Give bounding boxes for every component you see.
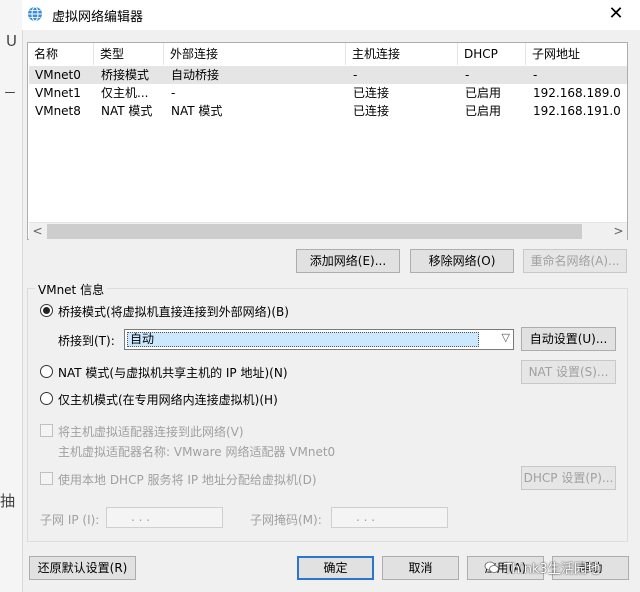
use-dhcp-checkbox[interactable] (40, 472, 53, 485)
cell-name: VMnet1 (35, 86, 81, 100)
bridge-to-select[interactable]: 自动 ▽ (124, 329, 514, 350)
host-only-radio[interactable] (40, 392, 53, 405)
connect-adapter-checkbox[interactable] (40, 424, 53, 437)
column-header-dhcp[interactable]: DHCP (458, 43, 526, 65)
connect-adapter-label[interactable]: 将主机虚拟适配器连接到此网络(V) (58, 423, 244, 440)
host-only-label[interactable]: 仅主机模式(在专用网络内连接虚拟机)(H) (58, 391, 278, 408)
background-text: ー (4, 86, 17, 100)
close-icon[interactable]: ✕ (603, 3, 629, 25)
table-row[interactable]: VMnet1 仅主机... - 已连接 已启用 192.168.189.0 (29, 84, 627, 102)
bridge-to-label: 桥接到(T): (58, 334, 115, 348)
cell-dhcp: - (465, 68, 470, 82)
adapter-name-text: 主机虚拟适配器名称: VMware 网络适配器 VMnet0 (58, 445, 336, 459)
cell-external: NAT 模式 (171, 104, 223, 118)
subnet-mask-label: 子网掩码(M): (250, 513, 322, 527)
cell-host: 已连接 (353, 86, 390, 100)
cell-dhcp: 已启用 (465, 86, 502, 100)
nat-mode-radio[interactable] (40, 365, 53, 378)
cell-type: 仅主机... (101, 86, 149, 100)
watermark-text: Think3生活园地 (504, 562, 600, 577)
nat-mode-label[interactable]: NAT 模式(与虚拟机共享主机的 IP 地址)(N) (58, 364, 288, 381)
column-header-host[interactable]: 主机连接 (346, 43, 458, 65)
cell-type: 桥接模式 (101, 68, 150, 82)
cell-name: VMnet0 (35, 68, 81, 82)
cell-type: NAT 模式 (101, 104, 153, 118)
column-header-name[interactable]: 名称 (28, 43, 94, 65)
cell-subnet: 192.168.189.0 (533, 86, 621, 100)
scroll-left-icon[interactable]: < (29, 223, 46, 240)
add-network-button[interactable]: 添加网络(E)... (296, 249, 400, 273)
background-text: 抽 (0, 492, 16, 510)
window-title: 虚拟网络编辑器 (52, 10, 144, 25)
restore-defaults-button[interactable]: 还原默认设置(R) (29, 556, 136, 580)
horizontal-scrollbar[interactable]: < > (29, 222, 627, 240)
subnet-mask-field[interactable]: . . . (331, 507, 448, 528)
remove-network-button[interactable]: 移除网络(O) (410, 249, 514, 273)
cell-host: 已连接 (353, 104, 390, 118)
cell-external: 自动桥接 (171, 68, 220, 82)
background-text: U (6, 32, 17, 50)
column-header-external[interactable]: 外部连接 (164, 43, 346, 65)
column-header-type[interactable]: 类型 (94, 43, 164, 65)
scrollbar-thumb[interactable] (47, 224, 582, 239)
chevron-down-icon[interactable]: ▽ (502, 331, 510, 344)
nat-settings-button[interactable]: NAT 设置(S)... (521, 360, 616, 384)
group-title: VMnet 信息 (35, 281, 108, 298)
cell-subnet: 192.168.191.0 (533, 104, 621, 118)
bridge-mode-radio[interactable] (40, 304, 53, 317)
subnet-ip-field[interactable]: . . . (106, 507, 223, 528)
cell-dhcp: 已启用 (465, 104, 502, 118)
bridge-to-value: 自动 (127, 332, 479, 347)
scroll-right-icon[interactable]: > (610, 223, 627, 240)
dhcp-settings-button[interactable]: DHCP 设置(P)... (521, 466, 616, 490)
cancel-button[interactable]: 取消 (382, 556, 459, 580)
network-globe-icon (28, 6, 42, 22)
table-row[interactable]: VMnet0 桥接模式 自动桥接 - - - (29, 66, 627, 84)
rename-network-button[interactable]: 重命名网络(A)... (523, 249, 627, 273)
table-row[interactable]: VMnet8 NAT 模式 NAT 模式 已连接 已启用 192.168.191… (29, 102, 627, 120)
subnet-ip-label: 子网 IP (I): (40, 513, 100, 527)
cell-subnet: - (533, 68, 538, 82)
auto-settings-button[interactable]: 自动设置(U)... (521, 327, 616, 351)
wechat-icon (484, 561, 499, 573)
column-header-subnet[interactable]: 子网地址 (526, 43, 626, 65)
use-dhcp-label[interactable]: 使用本地 DHCP 服务将 IP 地址分配给虚拟机(D) (58, 471, 317, 488)
cell-external: - (171, 86, 176, 100)
cell-name: VMnet8 (35, 104, 81, 118)
network-list[interactable]: 名称 类型 外部连接 主机连接 DHCP 子网地址 VMnet0 桥接模式 自动… (27, 42, 628, 240)
ok-button[interactable]: 确定 (297, 556, 374, 580)
cell-host: - (353, 68, 358, 82)
bridge-mode-label[interactable]: 桥接模式(将虚拟机直接连接到外部网络)(B) (58, 303, 289, 320)
